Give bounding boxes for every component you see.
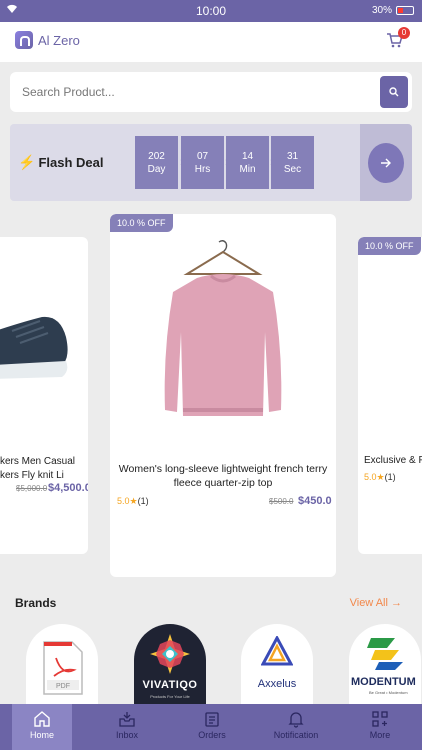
lightning-icon: ⚡ [18, 154, 36, 170]
nav-inbox[interactable]: Inbox [97, 704, 157, 750]
star-icon: ★ [376, 472, 385, 482]
brand-modentum[interactable]: MODENTUM Be Great • Modentum [349, 624, 421, 704]
countdown-hours: 07 Hrs [181, 136, 224, 189]
arrow-right-icon: → [391, 597, 402, 609]
countdown-seconds: 31 Sec [271, 136, 314, 189]
product-rating: 5.0★(1) [364, 472, 396, 482]
nav-more[interactable]: More [350, 704, 410, 750]
nav-notification[interactable]: Notification [266, 704, 326, 750]
bottom-navigation: Home Inbox Orders Notification More [0, 704, 422, 750]
modentum-logo [367, 638, 403, 670]
grid-icon [372, 711, 388, 727]
product-rating: 5.0★(1) [117, 496, 149, 506]
bell-icon [288, 712, 304, 728]
brand-tagline: Products For Your Life [150, 694, 190, 699]
product-price: $450.0 [298, 495, 332, 507]
flash-deal-next-button[interactable] [368, 143, 404, 183]
product-card[interactable]: kers Men Casual kers Fly knit Li $5,000.0… [0, 237, 88, 554]
product-old-price: $500.0 [269, 497, 294, 506]
product-card[interactable]: 10.0 % OFF Exclusive & F 5.0★(1) [358, 237, 422, 554]
nav-home[interactable]: Home [12, 704, 72, 750]
battery-percentage: 30% [371, 5, 392, 16]
flash-deal-banner[interactable]: ⚡Flash Deal 202Day : 07Hrs : 14Min : 31S… [10, 124, 412, 201]
arrow-right-icon [381, 158, 391, 168]
product-image-sneaker [0, 316, 68, 379]
battery-icon [396, 6, 414, 15]
product-price: $4,500.0 [48, 482, 88, 494]
axxelus-logo [261, 636, 293, 666]
view-all-link[interactable]: View All → [350, 597, 402, 609]
app-logo [15, 31, 33, 49]
cart-badge: 0 [398, 27, 410, 39]
countdown-minutes: 14 Min [226, 136, 269, 189]
countdown-days: 202 Day [135, 136, 178, 189]
product-name: kers Men Casual kers Fly knit Li [0, 456, 76, 481]
brands-title: Brands [15, 596, 57, 610]
search-input[interactable] [22, 82, 362, 102]
search-bar [10, 72, 412, 112]
pdf-logo: PDF [43, 641, 83, 695]
flash-deal-title: ⚡ Flash Deal [18, 154, 104, 170]
svg-text:PDF: PDF [56, 683, 70, 690]
discount-badge: 10.0 % OFF [358, 237, 421, 255]
search-icon [389, 87, 399, 97]
app-title: Al Zero [38, 33, 80, 48]
orders-icon [205, 712, 219, 727]
product-name: Exclusive & F [364, 455, 422, 466]
product-name: Women's long-sleeve lightweight french t… [118, 463, 328, 489]
brand-name: Axxelus [257, 678, 297, 690]
brand-name: MODENTUM [351, 676, 416, 688]
nav-orders[interactable]: Orders [182, 704, 242, 750]
brand-name: VIVATIQO [142, 679, 198, 691]
star-icon: ★ [129, 496, 138, 506]
brand-axxelus[interactable]: Axxelus [241, 624, 313, 704]
product-old-price: $5,000.0 [16, 484, 48, 493]
search-button[interactable] [380, 76, 408, 108]
home-icon [34, 711, 50, 727]
vivatiqo-logo [150, 634, 190, 674]
brand-tagline: Be Great • Modentum [369, 690, 408, 695]
discount-badge: 10.0 % OFF [110, 214, 173, 232]
brand-pdf[interactable]: PDF [26, 624, 98, 704]
inbox-icon [119, 712, 135, 727]
status-time: 10:00 [195, 4, 227, 18]
product-image-sweater [164, 240, 282, 416]
status-bar: 10:00 30% [0, 0, 422, 22]
app-header: Al Zero 0 [0, 22, 422, 62]
brand-vivatiqo[interactable]: VIVATIQO Products For Your Life [134, 624, 206, 704]
product-card[interactable]: 10.0 % OFF Women's long-sleeve lightweig… [110, 214, 336, 577]
